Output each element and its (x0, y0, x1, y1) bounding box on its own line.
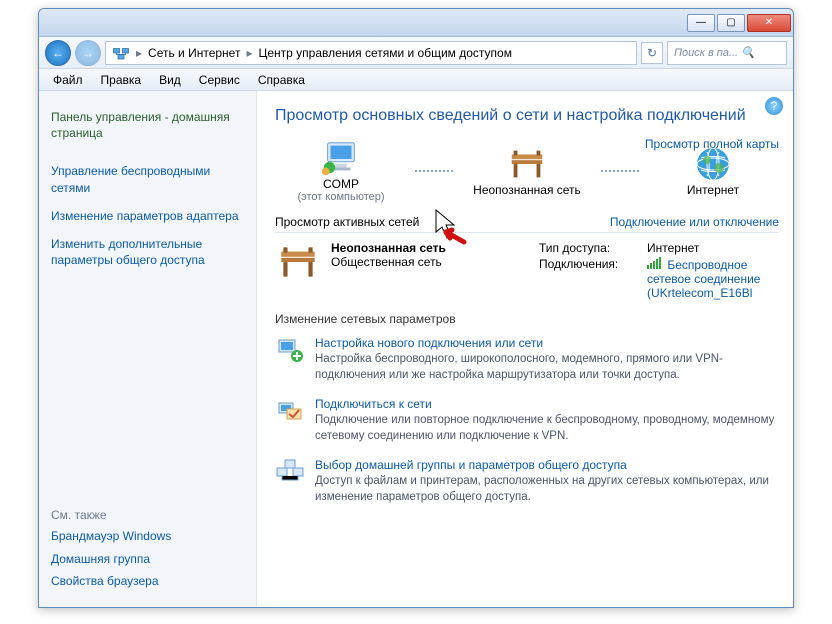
node-computer: COMP (этот компьютер) (281, 139, 401, 203)
menu-help[interactable]: Справка (250, 71, 313, 89)
task-connect-network[interactable]: Подключиться к сети Подключение или повт… (275, 397, 779, 444)
maximize-button[interactable]: ▢ (717, 14, 745, 32)
signal-icon (647, 257, 661, 269)
section-title: Просмотр активных сетей (275, 215, 419, 229)
minimize-button[interactable]: — (687, 14, 715, 32)
active-net-type: Общественная сеть (331, 255, 446, 269)
active-network-entry: Неопознанная сеть Общественная сеть (275, 241, 525, 300)
window: — ▢ ✕ ← → ▸ Сеть и Интернет ▸ Центр упра… (38, 8, 794, 608)
task-desc: Доступ к файлам и принтерам, расположенн… (315, 474, 779, 505)
task-new-connection[interactable]: Настройка нового подключения или сети На… (275, 336, 779, 383)
kv-key: Тип доступа: (539, 241, 639, 255)
sidebar: Панель управления - домашняя страница Уп… (39, 91, 257, 607)
sidebar-firewall[interactable]: Брандмауэр Windows (51, 528, 244, 544)
see-also-head: См. также (51, 508, 244, 522)
address-bar: ← → ▸ Сеть и Интернет ▸ Центр управления… (39, 37, 793, 69)
node-label: Неопознанная сеть (473, 183, 581, 197)
homegroup-icon (275, 458, 305, 486)
body: Панель управления - домашняя страница Уп… (39, 91, 793, 607)
node-sub: (этот компьютер) (297, 191, 384, 203)
search-input[interactable]: Поиск в па... 🔍 (667, 41, 787, 65)
computer-icon (320, 139, 362, 177)
breadcrumb-sep: ▸ (246, 46, 252, 60)
node-internet: Интернет (653, 145, 773, 197)
network-map: Просмотр полной карты COMP (этот компьют… (275, 139, 779, 203)
menu-view[interactable]: Вид (151, 71, 189, 89)
breadcrumb[interactable]: ▸ Сеть и Интернет ▸ Центр управления сет… (105, 41, 637, 65)
section-title: Изменение сетевых параметров (275, 312, 779, 326)
menu-tools[interactable]: Сервис (191, 71, 248, 89)
node-unknown: Неопознанная сеть (467, 145, 587, 197)
active-networks: Просмотр активных сетей Подключение или … (275, 215, 779, 300)
sidebar-sharing[interactable]: Изменить дополнительные параметры общего… (51, 236, 244, 268)
new-connection-icon (275, 336, 305, 364)
menu-file[interactable]: Файл (45, 71, 91, 89)
titlebar: — ▢ ✕ (39, 9, 793, 37)
connect-network-icon (275, 397, 305, 425)
active-net-name: Неопознанная сеть (331, 241, 446, 255)
menu-bar: Файл Правка Вид Сервис Справка (39, 69, 793, 91)
page-title: Просмотр основных сведений о сети и наст… (275, 107, 779, 125)
task-desc: Настройка беспроводного, широкополосного… (315, 352, 779, 383)
breadcrumb-seg[interactable]: Сеть и Интернет (148, 46, 240, 60)
close-button[interactable]: ✕ (747, 14, 791, 32)
see-also-group: См. также Брандмауэр Windows Домашняя гр… (51, 508, 244, 595)
task-title: Подключиться к сети (315, 397, 779, 411)
kv-val: Интернет (647, 241, 779, 255)
refresh-button[interactable]: ↻ (641, 42, 663, 64)
sidebar-home[interactable]: Панель управления - домашняя страница (51, 109, 244, 141)
kv-key: Подключения: (539, 257, 639, 300)
connector (415, 170, 453, 172)
task-desc: Подключение или повторное подключение к … (315, 413, 779, 444)
connector (601, 170, 639, 172)
task-homegroup[interactable]: Выбор домашней группы и параметров общег… (275, 458, 779, 505)
active-net-details: Тип доступа: Интернет Подключения: Беспр… (539, 241, 779, 300)
node-label: Интернет (687, 183, 739, 197)
bench-icon (506, 145, 548, 183)
task-title: Настройка нового подключения или сети (315, 336, 779, 350)
bench-icon (275, 241, 321, 283)
connect-disconnect-link[interactable]: Подключение или отключение (610, 215, 779, 229)
back-button[interactable]: ← (45, 40, 71, 66)
help-icon[interactable]: ? (765, 97, 783, 115)
full-map-link[interactable]: Просмотр полной карты (645, 137, 779, 151)
forward-button[interactable]: → (75, 40, 101, 66)
change-settings: Изменение сетевых параметров Настройка н… (275, 312, 779, 505)
sidebar-browser[interactable]: Свойства браузера (51, 573, 244, 589)
sidebar-homegroup[interactable]: Домашняя группа (51, 551, 244, 567)
sidebar-wireless[interactable]: Управление беспроводными сетями (51, 163, 244, 195)
network-category-icon (112, 45, 130, 61)
task-title: Выбор домашней группы и параметров общег… (315, 458, 779, 472)
node-label: COMP (323, 177, 359, 191)
connection-link[interactable]: Беспроводное сетевое соединение (UKrtele… (647, 257, 779, 300)
sidebar-adapter[interactable]: Изменение параметров адаптера (51, 208, 244, 224)
breadcrumb-sep: ▸ (136, 46, 142, 60)
breadcrumb-seg[interactable]: Центр управления сетями и общим доступом (258, 46, 512, 60)
content: ? Просмотр основных сведений о сети и на… (257, 91, 793, 607)
menu-edit[interactable]: Правка (93, 71, 150, 89)
